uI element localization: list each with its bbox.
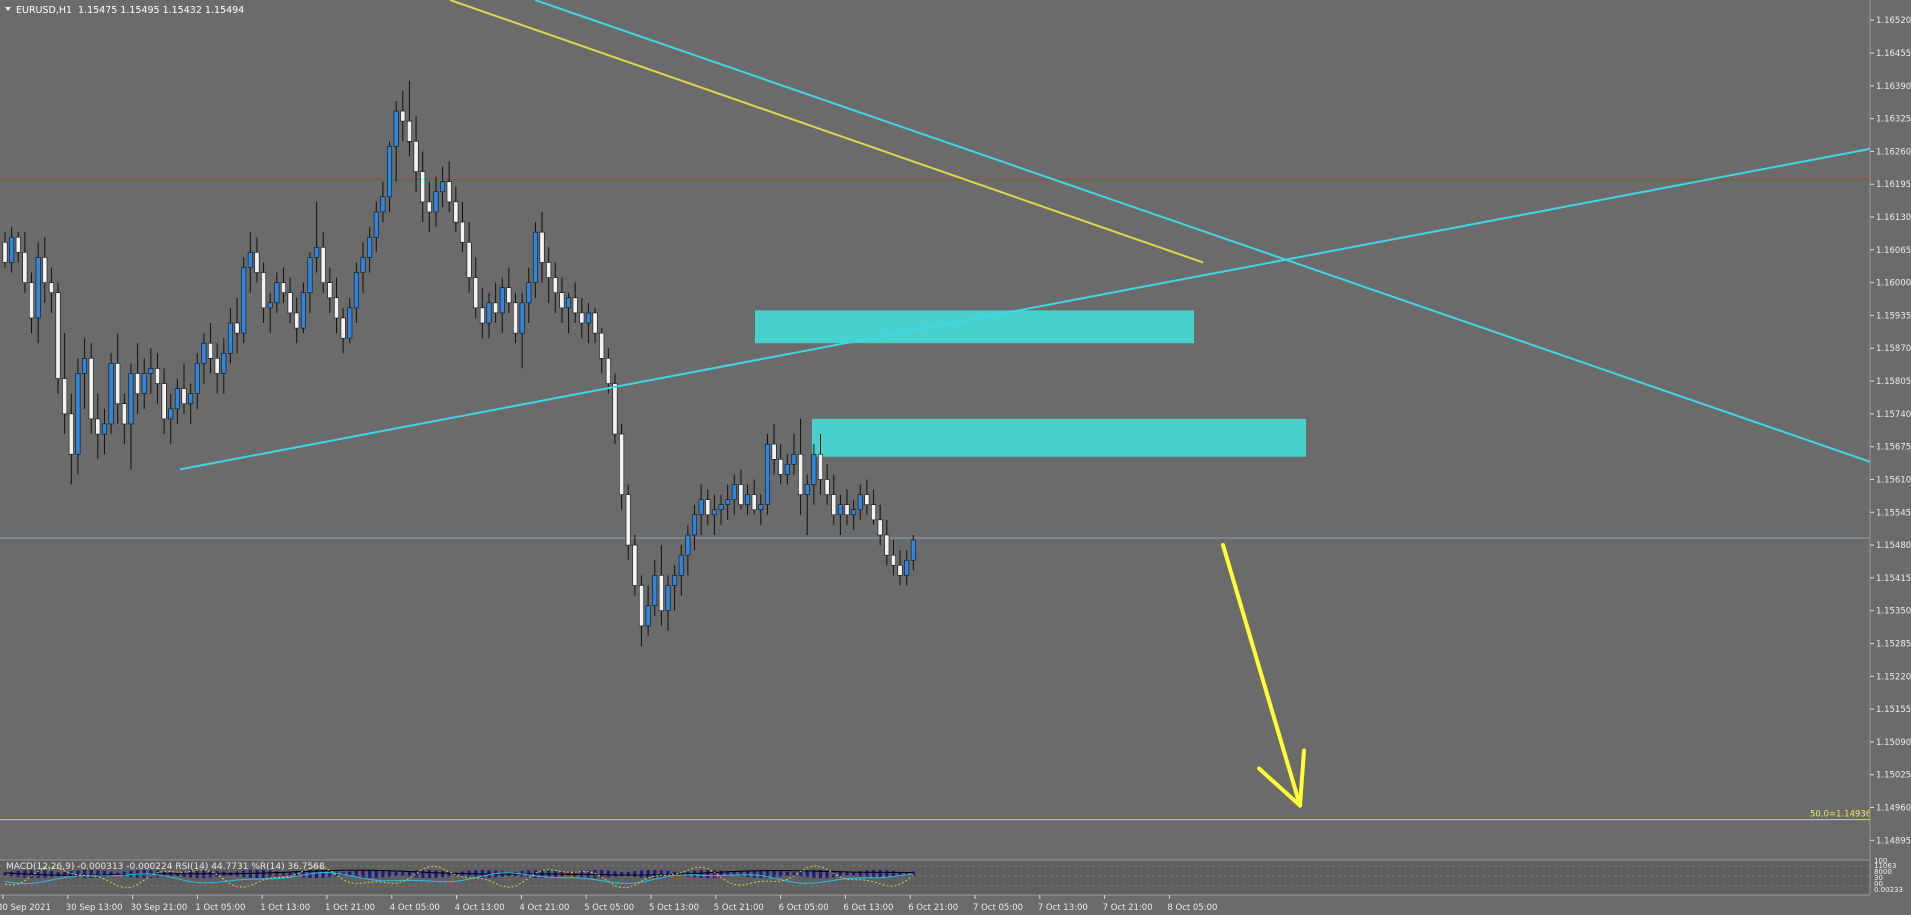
- y-tick-label: 1.15350: [1876, 607, 1911, 617]
- y-tick-label: 1.16065: [1876, 246, 1911, 256]
- indicator-scale-label: 0.00233: [1874, 886, 1903, 894]
- x-tick-label: 30 Sep 13:00: [66, 903, 123, 913]
- y-tick-label: 1.15285: [1876, 640, 1911, 650]
- macd-bar: [361, 870, 365, 878]
- symbol-label: EURUSD,H1: [16, 5, 72, 16]
- macd-bar: [122, 871, 126, 877]
- macd-bar: [785, 871, 789, 877]
- macd-bar: [639, 870, 644, 878]
- macd-bar: [606, 870, 610, 878]
- x-tick-label: 1 Oct 21:00: [325, 903, 375, 913]
- macd-bar: [878, 870, 882, 878]
- macd-bar: [712, 870, 717, 878]
- y-tick-label: 1.16260: [1876, 147, 1911, 157]
- macd-bar: [381, 870, 385, 878]
- y-tick-label: 1.16130: [1876, 213, 1911, 223]
- x-tick-label: 8 Oct 05:00: [1167, 903, 1217, 913]
- macd-bar: [792, 872, 796, 876]
- x-tick-label: 4 Oct 13:00: [455, 903, 505, 913]
- candle: [241, 257, 247, 344]
- macd-bar: [421, 870, 425, 878]
- indicator-panel: MACD(12,26,9) -0.000313 -0.000224 RSI(14…: [0, 859, 1870, 895]
- y-tick-label: 1.14895: [1876, 836, 1911, 846]
- y-tick-label: 1.15740: [1876, 410, 1911, 420]
- y-tick-label: 1.15610: [1876, 475, 1911, 485]
- x-tick-label: 7 Oct 05:00: [973, 903, 1023, 913]
- x-tick-label: 5 Oct 21:00: [714, 903, 764, 913]
- trading-chart[interactable]: 1.1620450.0=1.149361.15494 MACD(12,26,9)…: [0, 0, 1911, 915]
- y-tick-label: 1.15545: [1876, 508, 1911, 518]
- macd-bar: [646, 870, 650, 878]
- macd-bar: [752, 870, 756, 878]
- y-tick-label: 1.16455: [1876, 49, 1911, 59]
- y-tick-label: 1.15155: [1876, 705, 1911, 715]
- x-tick-label: 7 Oct 13:00: [1038, 903, 1088, 913]
- supply-zone[interactable]: [812, 418, 1306, 457]
- y-tick-label: 1.16520: [1876, 16, 1911, 26]
- x-tick-label: 6 Oct 21:00: [908, 903, 958, 913]
- x-tick-label: 6 Oct 13:00: [843, 903, 893, 913]
- y-tick-label: 1.16390: [1876, 82, 1911, 92]
- chart-canvas[interactable]: 1.1620450.0=1.149361.15494 MACD(12,26,9)…: [0, 0, 1911, 915]
- x-tick-label: 30 Sep 2021: [0, 903, 51, 913]
- y-tick-label: 1.15870: [1876, 344, 1911, 354]
- y-tick-label: 1.16325: [1876, 115, 1911, 125]
- x-tick-label: 6 Oct 05:00: [779, 903, 829, 913]
- macd-bar: [374, 870, 378, 878]
- chart-header: EURUSD,H1 1.15475 1.15495 1.15432 1.1549…: [5, 5, 244, 16]
- macd-bar: [600, 870, 604, 878]
- x-tick-label: 30 Sep 21:00: [131, 903, 188, 913]
- macd-bar: [434, 870, 438, 878]
- x-tick-label: 4 Oct 05:00: [390, 903, 440, 913]
- y-tick-label: 1.15805: [1876, 377, 1911, 387]
- macd-bar: [865, 870, 869, 878]
- macd-bar: [401, 871, 405, 877]
- ohlc-readout: 1.15475 1.15495 1.15432 1.15494: [78, 5, 244, 16]
- y-tick-label: 1.15025: [1876, 771, 1911, 781]
- y-tick-label: 1.14960: [1876, 804, 1911, 814]
- candle: [55, 282, 61, 394]
- x-tick-label: 5 Oct 13:00: [649, 903, 699, 913]
- supply-zone[interactable]: [755, 310, 1194, 344]
- y-tick-label: 1.15090: [1876, 738, 1911, 748]
- macd-bar: [845, 872, 849, 876]
- x-tick-label: 4 Oct 21:00: [519, 903, 569, 913]
- fibo-label: 50.0=1.14936: [1810, 810, 1871, 820]
- y-tick-label: 1.15220: [1876, 672, 1911, 682]
- macd-bar: [368, 870, 372, 878]
- macd-bar: [699, 870, 703, 878]
- x-tick-label: 5 Oct 05:00: [584, 903, 634, 913]
- price-axis[interactable]: 1.16520 1.16455 1.16390 1.16325 1.16260 1.161…: [1869, 0, 1911, 915]
- candle: [612, 373, 618, 445]
- macd-bar: [659, 870, 663, 878]
- macd-bar: [427, 870, 431, 878]
- macd-bar: [633, 871, 637, 877]
- y-tick-label: 1.16195: [1876, 180, 1911, 190]
- macd-bar: [739, 871, 743, 877]
- candle: [108, 353, 114, 435]
- x-tick-label: 1 Oct 13:00: [260, 903, 310, 913]
- y-tick-label: 1.15480: [1876, 541, 1911, 551]
- macd-bar: [759, 870, 763, 878]
- indicator-header: MACD(12,26,9) -0.000313 -0.000224 RSI(14…: [6, 862, 325, 872]
- macd-bar: [772, 870, 776, 878]
- y-tick-label: 1.15415: [1876, 574, 1911, 584]
- x-tick-label: 1 Oct 05:00: [195, 903, 245, 913]
- y-tick-label: 1.16000: [1876, 279, 1911, 289]
- macd-bar: [394, 872, 398, 876]
- y-tick-label: 1.15935: [1876, 311, 1911, 321]
- macd-bar: [10, 871, 14, 877]
- x-tick-label: 7 Oct 21:00: [1103, 903, 1153, 913]
- time-axis[interactable]: 30 Sep 2021 30 Sep 13:00 30 Sep 21:00 1 Oct…: [0, 894, 1911, 915]
- macd-bar: [706, 870, 710, 878]
- candle: [764, 434, 770, 515]
- macd-bar: [871, 870, 876, 878]
- y-tick-label: 1.15675: [1876, 443, 1911, 453]
- macd-bar: [440, 870, 445, 878]
